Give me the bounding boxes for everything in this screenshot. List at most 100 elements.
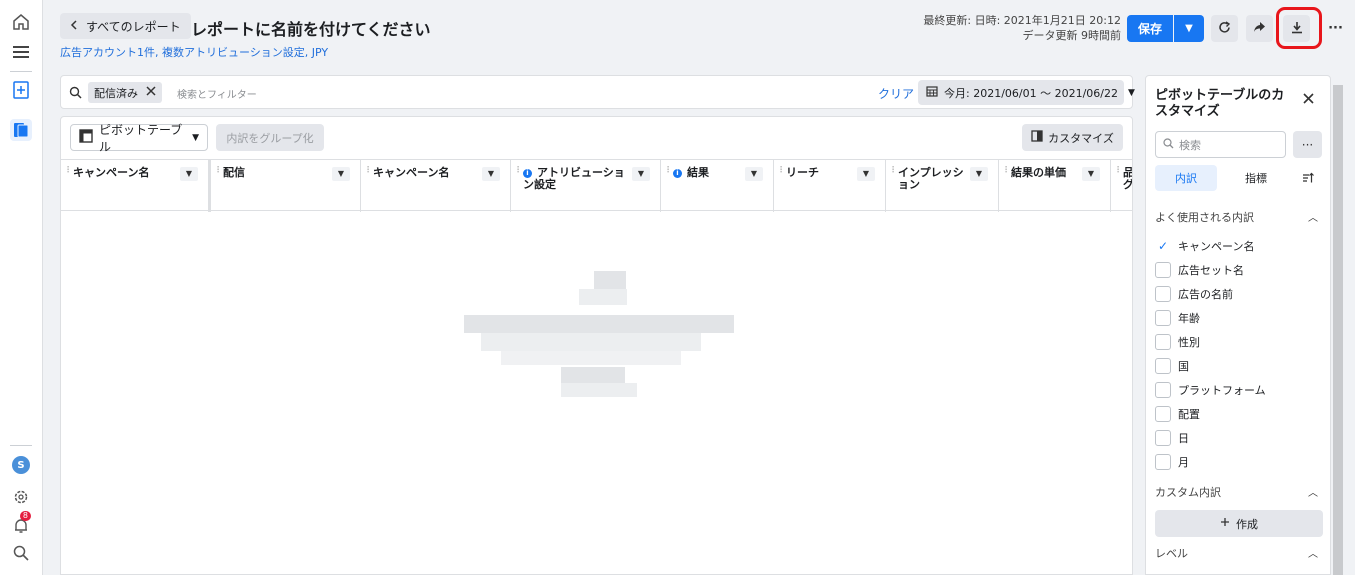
breakdown-option[interactable]: 日	[1155, 429, 1189, 447]
create-custom-breakdown-button[interactable]: 作成	[1155, 510, 1323, 537]
breakdown-option[interactable]: 広告セット名	[1155, 261, 1244, 279]
report-title[interactable]: レポートに名前を付けてください	[191, 16, 431, 40]
breakdown-option[interactable]: 月	[1155, 453, 1189, 471]
chevron-down-icon: ▼	[180, 167, 198, 181]
checkbox[interactable]	[1155, 454, 1171, 470]
back-label: すべてのレポート	[86, 19, 181, 34]
checkbox[interactable]	[1155, 406, 1171, 422]
left-nav-rail: S 8	[0, 0, 43, 575]
last-updated-info: 最終更新: 日時: 2021年1月21日 20:12 データ更新 9時間前	[923, 14, 1121, 42]
chevron-down-icon: ▼	[1185, 23, 1193, 34]
checkbox[interactable]	[1155, 430, 1171, 446]
tab-metrics[interactable]: 指標	[1225, 165, 1287, 191]
chevron-down-icon: ▼	[1128, 87, 1135, 98]
chevron-left-icon	[70, 19, 78, 33]
chevron-down-icon: ▼	[857, 167, 875, 181]
breakdown-option[interactable]: 広告の名前	[1155, 285, 1233, 303]
filter-chip-delivered[interactable]: 配信済み	[88, 82, 162, 103]
reports-icon[interactable]	[10, 119, 32, 141]
chevron-down-icon: ▼	[192, 132, 199, 143]
save-button[interactable]: 保存	[1127, 15, 1173, 42]
filter-search-input[interactable]: 検索とフィルター	[177, 86, 257, 101]
column-header-1[interactable]: ⋮ 配信 ▼	[211, 160, 361, 212]
breakdown-option[interactable]: 国	[1155, 357, 1189, 375]
notification-badge: 8	[19, 511, 31, 521]
pivot-table-icon	[79, 129, 93, 146]
section-frequent-breakdowns: よく使用される内訳	[1155, 211, 1254, 224]
breakdown-option[interactable]: 年齢	[1155, 309, 1200, 327]
group-breakdowns-button[interactable]: 内訳をグループ化	[216, 124, 324, 151]
column-header-5[interactable]: ⋮ リーチ ▼	[774, 160, 886, 212]
report-main-area: 配信済み 検索とフィルター クリア 今月: 2021/06/01 ～ 2021/…	[60, 75, 1135, 575]
table-header: ⋮ キャンペーン名 ▼ ⋮ 配信 ▼ ⋮ キャンペーン名 ▼ ⋮ i アトリビューション設定 ▼ …	[61, 159, 1132, 212]
chevron-down-icon: ▼	[745, 167, 763, 181]
checkbox[interactable]	[1155, 262, 1171, 278]
checkmark-icon[interactable]: ✓	[1155, 238, 1171, 254]
bell-icon[interactable]: 8	[10, 511, 32, 536]
breakdown-option[interactable]: 性別	[1155, 333, 1200, 351]
menu-icon[interactable]	[10, 41, 32, 63]
view-mode-dropdown[interactable]: ピボットテーブル ▼	[70, 123, 208, 154]
sort-icon[interactable]	[1294, 165, 1322, 191]
panel-search-input[interactable]: 検索	[1155, 131, 1286, 158]
avatar[interactable]: S	[10, 454, 32, 476]
search-icon	[69, 86, 82, 102]
share-button[interactable]	[1246, 15, 1273, 42]
share-icon	[1253, 21, 1266, 36]
breakdown-option[interactable]: 配置	[1155, 405, 1200, 423]
customize-icon	[1031, 130, 1043, 145]
search-icon[interactable]	[10, 542, 32, 564]
pivot-customize-panel: ピボットテーブルのカスタマイズ 検索 ··· 内訳 指標 よく使用される内訳 ︿…	[1145, 75, 1331, 575]
column-header-3[interactable]: ⋮ i アトリビューション設定 ▼	[511, 160, 661, 212]
pivot-table-card: ピボットテーブル ▼ 内訳をグループ化 カスタマイズ ⋮ キャンペーン名 ▼ ⋮ 配信…	[60, 116, 1133, 575]
search-icon	[1163, 137, 1174, 152]
back-to-all-reports-button[interactable]: すべてのレポート	[60, 13, 191, 39]
chevron-down-icon: ▼	[482, 167, 500, 181]
checkbox[interactable]	[1155, 286, 1171, 302]
chevron-up-icon[interactable]: ︿	[1308, 209, 1318, 224]
checkbox[interactable]	[1155, 358, 1171, 374]
checkbox[interactable]	[1155, 334, 1171, 350]
chevron-up-icon[interactable]: ︿	[1308, 545, 1318, 560]
more-options-button[interactable]: ···	[1322, 15, 1349, 42]
panel-title: ピボットテーブルのカスタマイズ	[1155, 88, 1285, 119]
date-range-picker[interactable]: 今月: 2021/06/01 ～ 2021/06/22 ▼	[918, 80, 1135, 105]
clear-filters-link[interactable]: クリア	[878, 85, 914, 102]
save-dropdown-button[interactable]: ▼	[1174, 15, 1204, 42]
section-level: レベル	[1155, 547, 1188, 560]
info-icon: i	[673, 169, 682, 178]
chevron-up-icon[interactable]: ︿	[1308, 484, 1318, 499]
chevron-down-icon: ▼	[332, 167, 350, 181]
info-icon: i	[523, 169, 532, 178]
column-header-6[interactable]: ⋮ インプレッション ▼	[886, 160, 999, 212]
plus-icon	[1220, 517, 1230, 530]
report-subtitle[interactable]: 広告アカウント1件, 複数アトリビューション設定, JPY	[60, 44, 328, 60]
filter-bar: 配信済み 検索とフィルター クリア 今月: 2021/06/01 ～ 2021/…	[60, 75, 1135, 109]
breakdown-option[interactable]: ✓ キャンペーン名	[1155, 237, 1254, 255]
settings-icon[interactable]	[10, 486, 32, 508]
tab-breakdowns[interactable]: 内訳	[1155, 165, 1217, 191]
close-icon[interactable]	[146, 86, 156, 99]
refresh-button[interactable]	[1211, 15, 1238, 42]
chevron-down-icon: ▼	[970, 167, 988, 181]
more-icon: ···	[1328, 21, 1343, 36]
home-icon[interactable]	[10, 11, 32, 33]
refresh-icon	[1218, 20, 1231, 37]
panel-scrollbar[interactable]	[1333, 85, 1343, 575]
checkbox[interactable]	[1155, 310, 1171, 326]
column-header-2[interactable]: ⋮ キャンペーン名 ▼	[361, 160, 511, 212]
column-header-4[interactable]: ⋮ i 結果 ▼	[661, 160, 774, 212]
highlight-annotation	[1276, 7, 1322, 49]
chevron-down-icon: ▼	[1082, 167, 1100, 181]
more-icon[interactable]: ···	[1293, 131, 1322, 158]
breakdown-option[interactable]: プラットフォーム	[1155, 381, 1266, 399]
column-header-8[interactable]: ⋮ 品グ	[1111, 160, 1132, 212]
checkbox[interactable]	[1155, 382, 1171, 398]
section-custom-breakdowns: カスタム内訳	[1155, 486, 1221, 499]
customize-button[interactable]: カスタマイズ	[1022, 124, 1123, 151]
close-icon[interactable]	[1303, 89, 1314, 108]
column-header-0[interactable]: ⋮ キャンペーン名 ▼	[61, 160, 211, 212]
calendar-icon	[926, 85, 938, 100]
column-header-7[interactable]: ⋮ 結果の単価 ▼	[999, 160, 1111, 212]
ad-manager-icon[interactable]	[10, 79, 32, 101]
